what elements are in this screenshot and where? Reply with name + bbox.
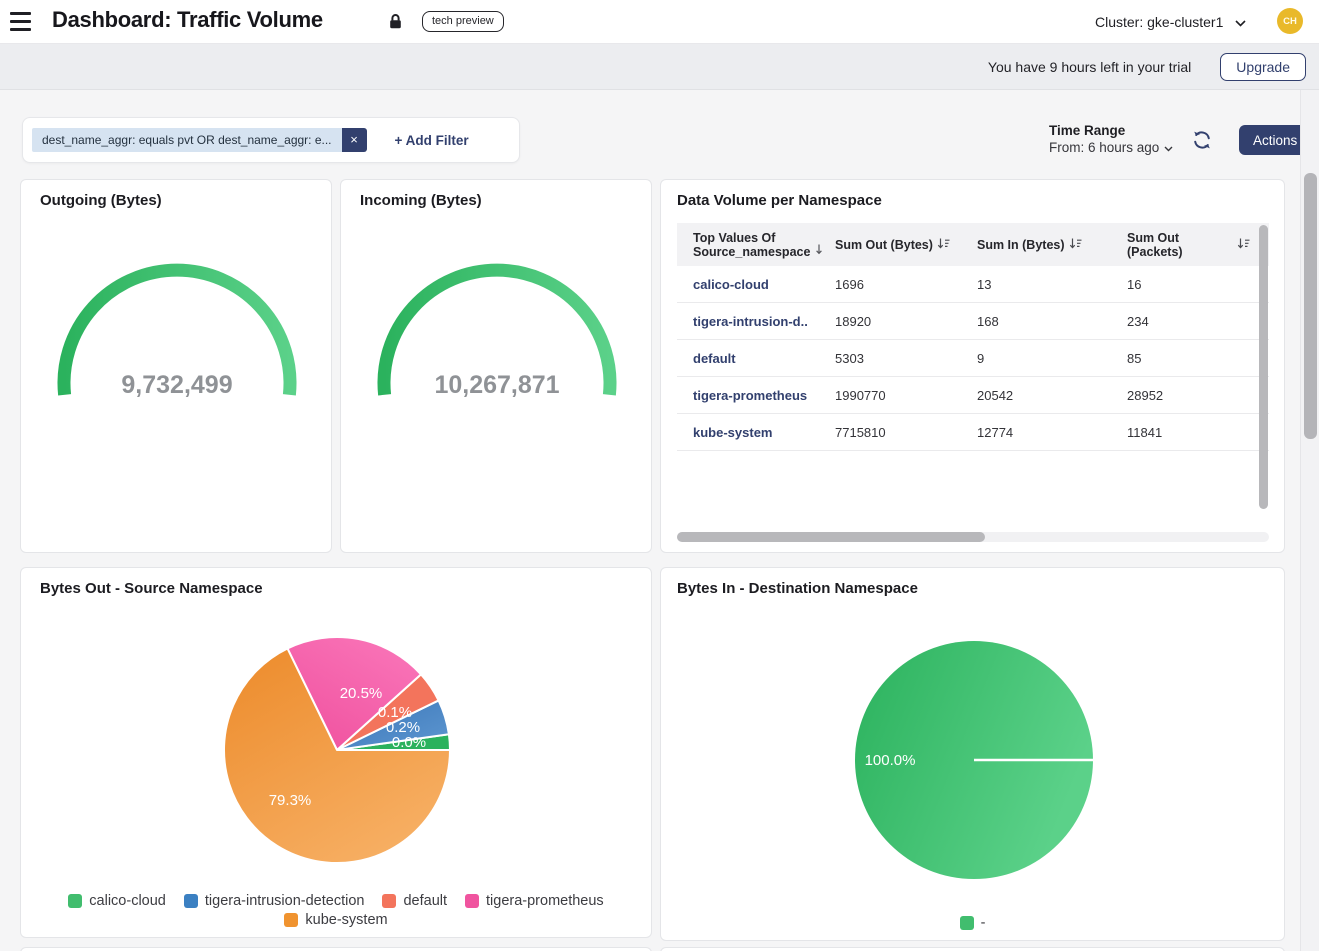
table-card: Data Volume per Namespace Top Values Of … bbox=[660, 179, 1285, 553]
legend-swatch bbox=[960, 916, 974, 930]
legend-swatch bbox=[284, 913, 298, 927]
time-range-value: From: 6 hours ago bbox=[1049, 140, 1159, 155]
column-header-sum-out-bytes[interactable]: Sum Out (Bytes) bbox=[835, 237, 977, 253]
time-range-label: Time Range bbox=[1049, 123, 1173, 138]
chevron-down-icon bbox=[1235, 14, 1246, 30]
card-title: Outgoing (Bytes) bbox=[40, 192, 162, 209]
filter-chip-text: dest_name_aggr: equals pvt OR dest_name_… bbox=[32, 128, 342, 152]
gauge-card-incoming: Incoming (Bytes) 10,267,871 bbox=[340, 179, 652, 553]
namespace-table: Top Values Of Source_namespace Sum Out (… bbox=[677, 223, 1269, 513]
sort-icon bbox=[1237, 237, 1251, 253]
pie-label: 79.3% bbox=[269, 792, 312, 809]
add-filter-button[interactable]: + Add Filter bbox=[395, 133, 469, 148]
legend-swatch bbox=[382, 894, 396, 908]
filter-bar: dest_name_aggr: equals pvt OR dest_name_… bbox=[22, 117, 520, 163]
avatar[interactable]: CH bbox=[1277, 8, 1303, 34]
table-horizontal-scrollbar[interactable] bbox=[677, 532, 985, 542]
legend-swatch bbox=[184, 894, 198, 908]
column-header-sum-out-packets[interactable]: Sum Out (Packets) bbox=[1127, 231, 1251, 259]
table-vertical-scrollbar[interactable] bbox=[1259, 225, 1268, 509]
table-row: tigera-prometheus 1990770 20542 28952 bbox=[677, 377, 1269, 414]
time-range-dropdown[interactable]: Time Range From: 6 hours ago bbox=[1049, 123, 1173, 155]
table-row: default 5303 9 85 bbox=[677, 340, 1269, 377]
pie-chart-bytes-out: 20.5% 0.1% 0.2% 0.0% 79.3% bbox=[217, 630, 457, 870]
card bbox=[20, 947, 652, 951]
trial-message: You have 9 hours left in your trial bbox=[988, 59, 1191, 75]
column-header-source-namespace[interactable]: Top Values Of Source_namespace bbox=[693, 231, 835, 259]
table-row: calico-cloud 1696 13 16 bbox=[677, 266, 1269, 303]
page-scrollbar[interactable] bbox=[1304, 173, 1317, 439]
table-horizontal-scroll-track bbox=[677, 532, 1269, 542]
table-row: tigera-intrusion-d.. 18920 168 234 bbox=[677, 303, 1269, 340]
chevron-down-icon bbox=[1164, 140, 1173, 155]
pie-label: 0.0% bbox=[392, 734, 426, 751]
gauge-value: 10,267,871 bbox=[434, 371, 559, 399]
table-row: kube-system 7715810 12774 11841 bbox=[677, 414, 1269, 451]
lock-icon bbox=[388, 13, 403, 35]
legend-swatch bbox=[465, 894, 479, 908]
namespace-link[interactable]: calico-cloud bbox=[693, 277, 835, 292]
card-title: Bytes In - Destination Namespace bbox=[677, 580, 918, 597]
namespace-link[interactable]: kube-system bbox=[693, 425, 835, 440]
app-header: Dashboard: Traffic Volume tech preview C… bbox=[0, 0, 1319, 44]
card-title: Data Volume per Namespace bbox=[677, 192, 882, 209]
legend-item[interactable]: kube-system bbox=[284, 912, 387, 928]
filter-chip[interactable]: dest_name_aggr: equals pvt OR dest_name_… bbox=[32, 128, 367, 152]
legend-item[interactable]: default bbox=[382, 893, 447, 909]
dashboard-page: Dashboard: Traffic Volume tech preview C… bbox=[0, 0, 1319, 951]
cluster-selector[interactable]: Cluster: gke-cluster1 bbox=[1095, 10, 1246, 34]
gauge-value: 9,732,499 bbox=[121, 371, 232, 399]
card bbox=[660, 947, 1285, 951]
tech-preview-badge: tech preview bbox=[422, 11, 504, 32]
upgrade-button[interactable]: Upgrade bbox=[1220, 53, 1306, 81]
filter-close-icon[interactable]: × bbox=[342, 128, 367, 152]
table-header-row: Top Values Of Source_namespace Sum Out (… bbox=[677, 223, 1269, 266]
pie-chart-bytes-in: 100.0% bbox=[849, 635, 1099, 885]
card-title: Bytes Out - Source Namespace bbox=[40, 580, 263, 597]
menu-icon[interactable] bbox=[10, 12, 31, 31]
namespace-link[interactable]: default bbox=[693, 351, 835, 366]
namespace-link[interactable]: tigera-prometheus bbox=[693, 388, 835, 403]
page-title: Dashboard: Traffic Volume bbox=[52, 7, 323, 33]
refresh-icon[interactable] bbox=[1191, 129, 1213, 151]
legend-bytes-in: - bbox=[661, 915, 1284, 931]
legend-bytes-out: calico-cloud tigera-intrusion-detection … bbox=[21, 893, 651, 928]
sort-icon bbox=[1069, 237, 1083, 253]
page-scroll-track bbox=[1300, 90, 1319, 951]
column-header-sum-in-bytes[interactable]: Sum In (Bytes) bbox=[977, 237, 1127, 253]
legend-item[interactable]: tigera-prometheus bbox=[465, 893, 604, 909]
legend-item[interactable]: calico-cloud bbox=[68, 893, 166, 909]
namespace-link[interactable]: tigera-intrusion-d.. bbox=[693, 314, 835, 329]
legend-item[interactable]: tigera-intrusion-detection bbox=[184, 893, 365, 909]
sort-arrow-icon bbox=[814, 243, 824, 259]
pie-card-bytes-in: Bytes In - Destination Namespace 100.0% … bbox=[660, 567, 1285, 941]
pie-label: 20.5% bbox=[340, 685, 383, 702]
legend-item[interactable]: - bbox=[960, 915, 986, 931]
gauge-chart-incoming: 10,267,871 bbox=[341, 222, 653, 442]
sort-icon bbox=[937, 237, 951, 253]
cluster-label: Cluster: gke-cluster1 bbox=[1095, 14, 1223, 30]
trial-bar: You have 9 hours left in your trial Upgr… bbox=[0, 44, 1319, 90]
pie-label: 100.0% bbox=[865, 752, 916, 769]
card-title: Incoming (Bytes) bbox=[360, 192, 482, 209]
gauge-card-outgoing: Outgoing (Bytes) 9,732,499 bbox=[20, 179, 332, 553]
legend-swatch bbox=[68, 894, 82, 908]
gauge-chart-outgoing: 9,732,499 bbox=[21, 222, 333, 442]
pie-card-bytes-out: Bytes Out - Source Namespace 20.5% 0.1% … bbox=[20, 567, 652, 938]
